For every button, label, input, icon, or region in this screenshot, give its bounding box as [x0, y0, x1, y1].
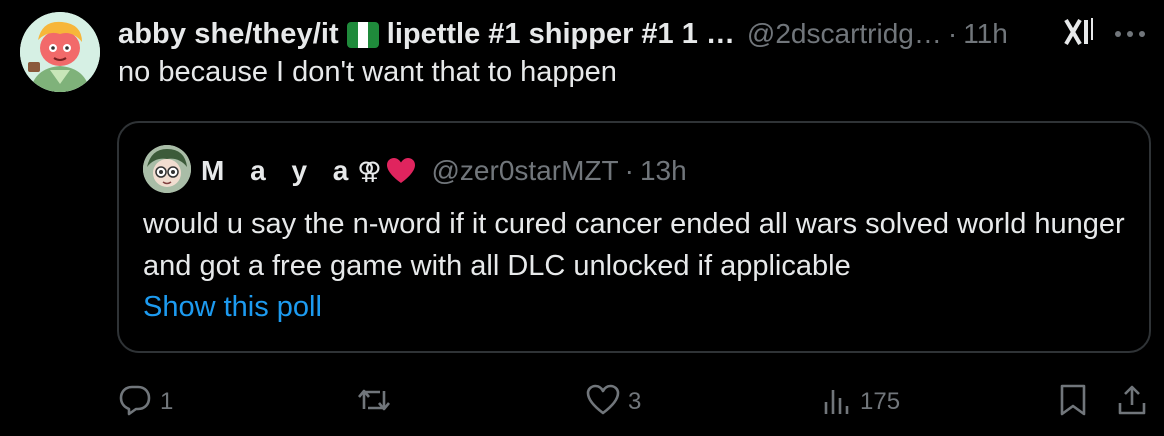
quoted-author-avatar[interactable]	[143, 145, 191, 193]
tweet-timestamp[interactable]: 11h	[963, 18, 1008, 50]
red-heart-icon	[386, 157, 416, 190]
repost-icon	[356, 383, 392, 422]
quoted-author-handle[interactable]: @zer0starMZT	[432, 155, 619, 187]
share-icon	[1116, 383, 1148, 422]
author-handle[interactable]: @2dscartridg…	[747, 18, 942, 50]
like-icon	[586, 384, 620, 421]
author-display-name[interactable]: abby she/they/it	[118, 18, 339, 51]
bookmark-button[interactable]	[1058, 380, 1088, 424]
repost-button[interactable]	[356, 380, 400, 424]
author-display-name-rest[interactable]: lipettle #1 shipper #1 1 …	[387, 18, 735, 51]
views-icon	[822, 384, 852, 421]
quoted-author-display-name[interactable]: M a y a	[201, 155, 357, 187]
separator-dot: ·	[624, 155, 634, 186]
quoted-tweet-card[interactable]: M a y a ⚢ @zer0starMZT · 13h would u say…	[117, 121, 1151, 353]
quoted-tweet-header: M a y a ⚢ @zer0starMZT · 13h	[201, 151, 687, 191]
nigeria-flag-icon	[346, 22, 379, 48]
show-poll-link[interactable]: Show this poll	[143, 291, 322, 324]
more-icon[interactable]	[1112, 22, 1148, 51]
tweet-text: no because I don't want that to happen	[118, 56, 617, 88]
action-bar: 1 3 175	[0, 380, 1164, 424]
reply-count: 1	[160, 388, 174, 415]
quoted-tweet-timestamp[interactable]: 13h	[640, 155, 687, 187]
tweet-header: abby she/they/it lipettle #1 shipper #1 …	[118, 14, 1158, 54]
like-button[interactable]: 3	[586, 380, 641, 424]
views-count: 175	[860, 388, 901, 415]
reply-icon	[118, 383, 152, 422]
bookmark-icon	[1058, 383, 1088, 422]
share-button[interactable]	[1116, 380, 1148, 424]
lesbian-symbol-icon: ⚢	[357, 157, 382, 185]
separator-dot: ·	[947, 18, 958, 49]
views-button[interactable]: 175	[822, 380, 900, 424]
quoted-tweet-text: would u say the n-word if it cured cance…	[143, 208, 1125, 282]
grok-icon[interactable]	[1062, 16, 1098, 53]
like-count: 3	[628, 388, 642, 415]
author-avatar[interactable]	[20, 12, 100, 92]
reply-button[interactable]: 1	[118, 380, 173, 424]
